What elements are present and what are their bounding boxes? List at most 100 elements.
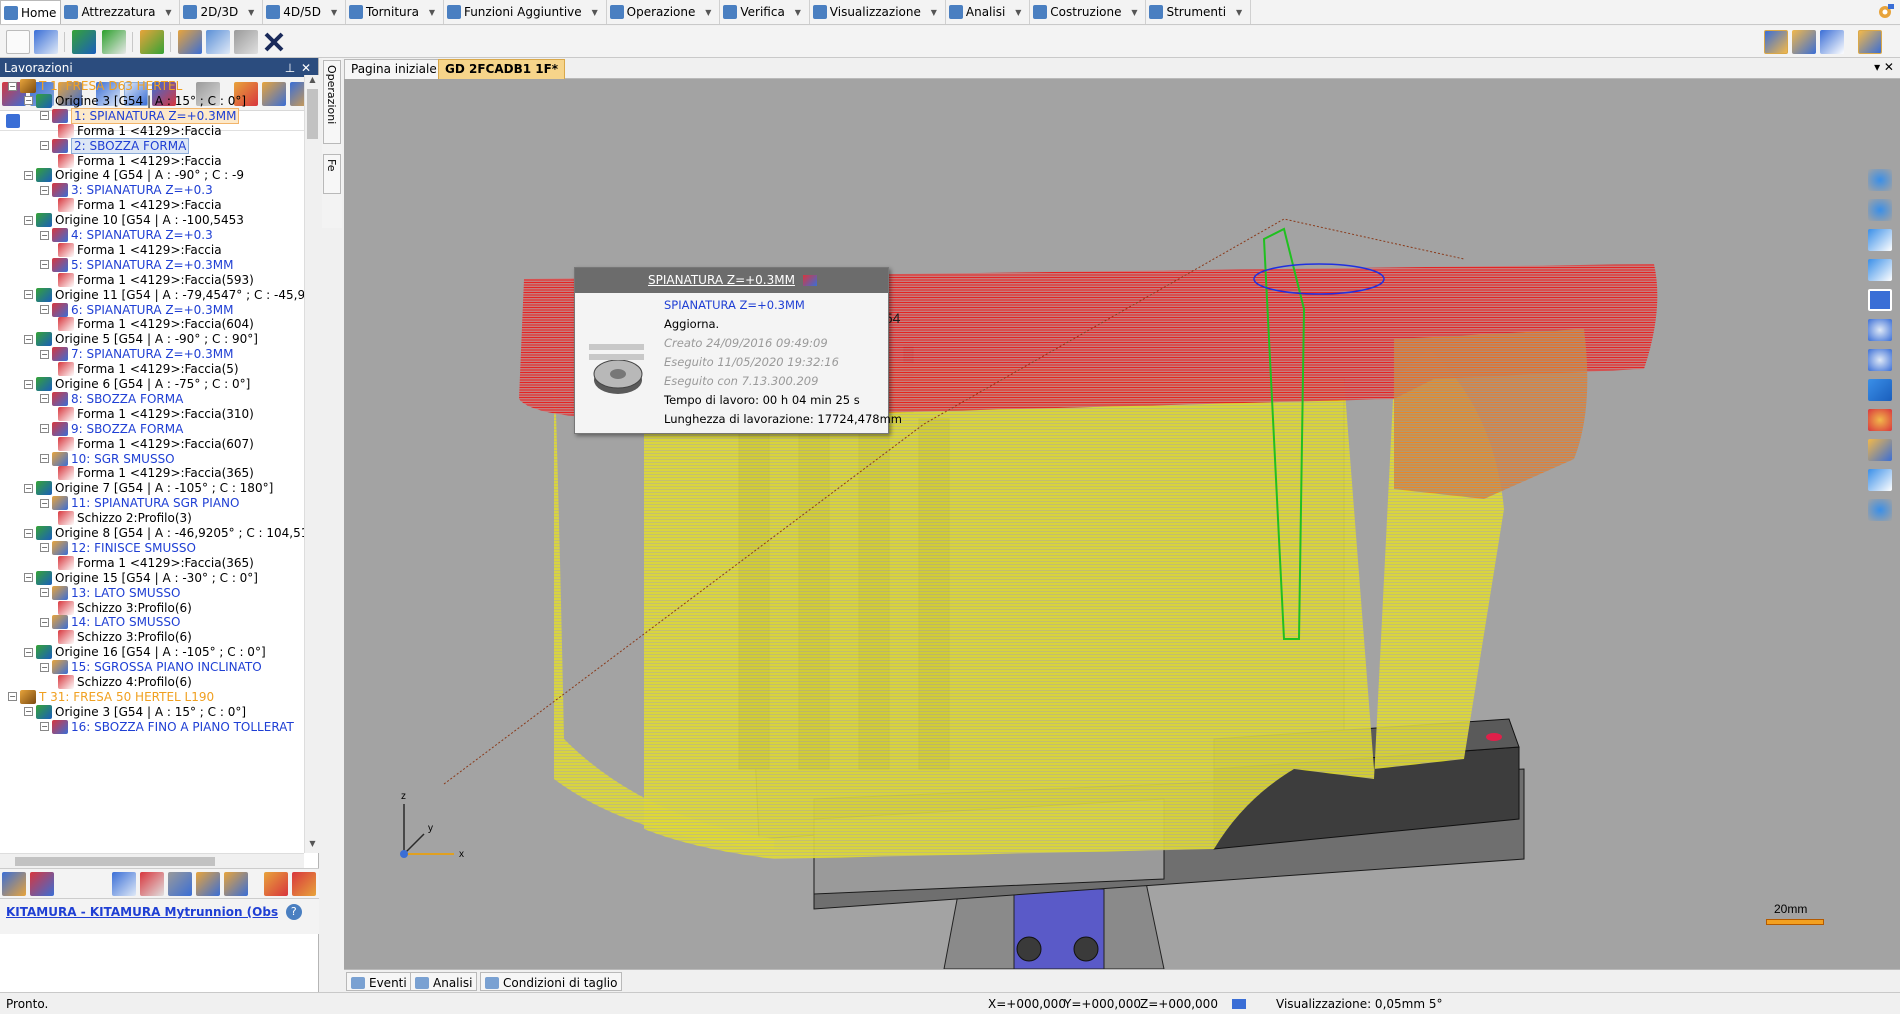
delete-icon[interactable] xyxy=(262,30,286,54)
collapse-toggle-icon[interactable]: − xyxy=(24,379,33,389)
collapse-toggle-icon[interactable]: − xyxy=(24,334,33,344)
tab-analisi[interactable]: Analisi xyxy=(410,972,478,991)
simulation-icon[interactable] xyxy=(168,872,192,896)
collapse-toggle-icon[interactable]: − xyxy=(24,483,33,493)
zoom-window-icon[interactable] xyxy=(1868,319,1892,341)
menu-tab-1[interactable]: Attrezzatura ▼ xyxy=(61,0,181,24)
tab-features[interactable]: Fe xyxy=(323,154,341,194)
collapse-toggle-icon[interactable]: − xyxy=(40,305,49,314)
help-icon[interactable]: ? xyxy=(285,904,302,920)
compute-icon[interactable] xyxy=(140,30,164,54)
stock-icon[interactable] xyxy=(140,872,164,896)
edit-operation-icon[interactable] xyxy=(178,30,202,54)
collapse-toggle-icon[interactable]: − xyxy=(40,498,49,508)
menu-tab-4[interactable]: Tornitura ▼ xyxy=(346,0,444,24)
scroll-down-icon[interactable]: ▼ xyxy=(305,839,320,853)
menu-tab-11[interactable]: Strumenti ▼ xyxy=(1146,0,1252,24)
clock-icon[interactable] xyxy=(1820,30,1844,54)
options-icon[interactable] xyxy=(1858,30,1882,54)
collapse-toggle-icon[interactable]: − xyxy=(8,692,17,702)
dropdown-arrow-icon[interactable]: ▼ xyxy=(327,5,341,19)
collapse-toggle-icon[interactable]: − xyxy=(40,662,49,672)
menu-tab-9[interactable]: Analisi ▼ xyxy=(946,0,1031,24)
dropdown-arrow-icon[interactable]: ▼ xyxy=(1127,5,1141,19)
collapse-toggle-icon[interactable]: − xyxy=(40,141,49,151)
menu-tab-5[interactable]: Funzioni Aggiuntive ▼ xyxy=(444,0,607,24)
tab-active-document[interactable]: GD 2FCADB1 1F* xyxy=(438,59,566,79)
scroll-thumb[interactable] xyxy=(307,89,318,139)
machine-link[interactable]: KITAMURA - KITAMURA Mytrunnion (Obsolete xyxy=(6,905,278,919)
pin-icon[interactable]: ⊥ xyxy=(282,61,298,75)
collapse-toggle-icon[interactable]: − xyxy=(40,424,49,434)
dropdown-arrow-icon[interactable]: ▼ xyxy=(1232,5,1246,19)
tab-condizioni-di-taglio[interactable]: Condizioni di taglio xyxy=(480,972,623,991)
dropdown-arrow-icon[interactable]: ▼ xyxy=(425,5,439,19)
measure-icon[interactable] xyxy=(1868,439,1892,461)
tree-horizontal-scrollbar[interactable] xyxy=(0,853,304,868)
collapse-toggle-icon[interactable]: − xyxy=(24,707,33,717)
collapse-toggle-icon[interactable]: − xyxy=(40,230,49,240)
dropdown-arrow-icon[interactable]: ▼ xyxy=(1011,5,1025,19)
cut-conditions-icon[interactable] xyxy=(292,872,316,896)
3d-viewport[interactable]: G54 z x y SPIANATURA Z=+0.3MM SPIANATURA… xyxy=(344,79,1900,969)
collapse-toggle-icon[interactable]: − xyxy=(40,454,49,463)
paste-icon[interactable] xyxy=(234,30,258,54)
percent-icon[interactable] xyxy=(112,872,136,896)
dropdown-arrow-icon[interactable]: ▼ xyxy=(791,5,805,19)
hscroll-thumb[interactable] xyxy=(15,857,215,866)
split-view-icon[interactable] xyxy=(1868,289,1892,311)
color-palette-icon[interactable] xyxy=(1868,409,1892,431)
view-direction-icon[interactable] xyxy=(1868,229,1892,251)
collapse-toggle-icon[interactable]: − xyxy=(24,170,33,180)
collapse-toggle-icon[interactable]: − xyxy=(40,394,49,404)
collapse-toggle-icon[interactable]: − xyxy=(24,96,33,106)
open-file-icon[interactable] xyxy=(34,30,58,54)
machining-order-icon[interactable] xyxy=(30,872,54,896)
copy-icon[interactable] xyxy=(206,30,230,54)
pan-icon[interactable] xyxy=(1868,169,1892,191)
tab-eventi[interactable]: Eventi xyxy=(346,972,412,991)
new-file-icon[interactable] xyxy=(6,30,30,54)
quick-settings-icon[interactable] xyxy=(1876,3,1896,21)
menu-tab-0[interactable]: Home xyxy=(0,0,62,24)
menu-tab-8[interactable]: Visualizzazione ▼ xyxy=(810,0,946,24)
dropdown-arrow-icon[interactable]: ▼ xyxy=(701,5,715,19)
menu-tab-3[interactable]: 4D/5D ▼ xyxy=(263,0,347,24)
scroll-up-icon[interactable]: ▲ xyxy=(305,75,320,89)
collapse-toggle-icon[interactable]: − xyxy=(8,81,17,91)
report-icon[interactable] xyxy=(264,872,288,896)
tab-menu-icon[interactable]: ▾ ✕ xyxy=(1874,60,1894,74)
tab-operazioni[interactable]: Operazioni xyxy=(323,60,341,144)
collapse-toggle-icon[interactable]: − xyxy=(40,722,49,732)
zoom-icon[interactable] xyxy=(1868,349,1892,371)
toolpath-icon[interactable] xyxy=(196,872,220,896)
collapse-toggle-icon[interactable]: − xyxy=(40,543,49,553)
collapse-toggle-icon[interactable]: − xyxy=(24,290,33,300)
menu-tab-10[interactable]: Costruzione ▼ xyxy=(1030,0,1147,24)
tree-item[interactable]: − 16: SBOZZA FINO A PIANO TOLLERAT xyxy=(40,718,294,736)
import-model-icon[interactable] xyxy=(72,30,96,54)
display-settings-icon[interactable] xyxy=(1792,30,1816,54)
menu-tab-2[interactable]: 2D/3D ▼ xyxy=(180,0,264,24)
tree-vertical-scrollbar[interactable]: ▲ ▼ xyxy=(304,75,319,853)
dropdown-arrow-icon[interactable]: ▼ xyxy=(244,5,258,19)
dropdown-arrow-icon[interactable]: ▼ xyxy=(588,5,602,19)
rotate-icon[interactable] xyxy=(1868,199,1892,221)
export-model-icon[interactable] xyxy=(102,30,126,54)
collapse-toggle-icon[interactable]: − xyxy=(24,215,33,225)
collapse-toggle-icon[interactable]: − xyxy=(40,617,49,627)
menu-tab-7[interactable]: Verifica ▼ xyxy=(720,0,810,24)
collapse-toggle-icon[interactable]: − xyxy=(24,573,33,583)
check-icon[interactable] xyxy=(224,872,248,896)
collapse-toggle-icon[interactable]: − xyxy=(40,260,49,270)
view-cube-icon[interactable] xyxy=(1868,379,1892,401)
collapse-toggle-icon[interactable]: − xyxy=(40,349,49,359)
collapse-toggle-icon[interactable]: − xyxy=(40,111,49,121)
visibility-icon[interactable] xyxy=(1868,499,1892,521)
tab-home-page[interactable]: Pagina iniziale xyxy=(344,59,444,79)
menu-tab-6[interactable]: Operazione ▼ xyxy=(607,0,721,24)
view-mode-icon[interactable] xyxy=(1764,30,1788,54)
dropdown-arrow-icon[interactable]: ▼ xyxy=(927,5,941,19)
camera-icon[interactable] xyxy=(1868,259,1892,281)
section-icon[interactable] xyxy=(1868,469,1892,491)
